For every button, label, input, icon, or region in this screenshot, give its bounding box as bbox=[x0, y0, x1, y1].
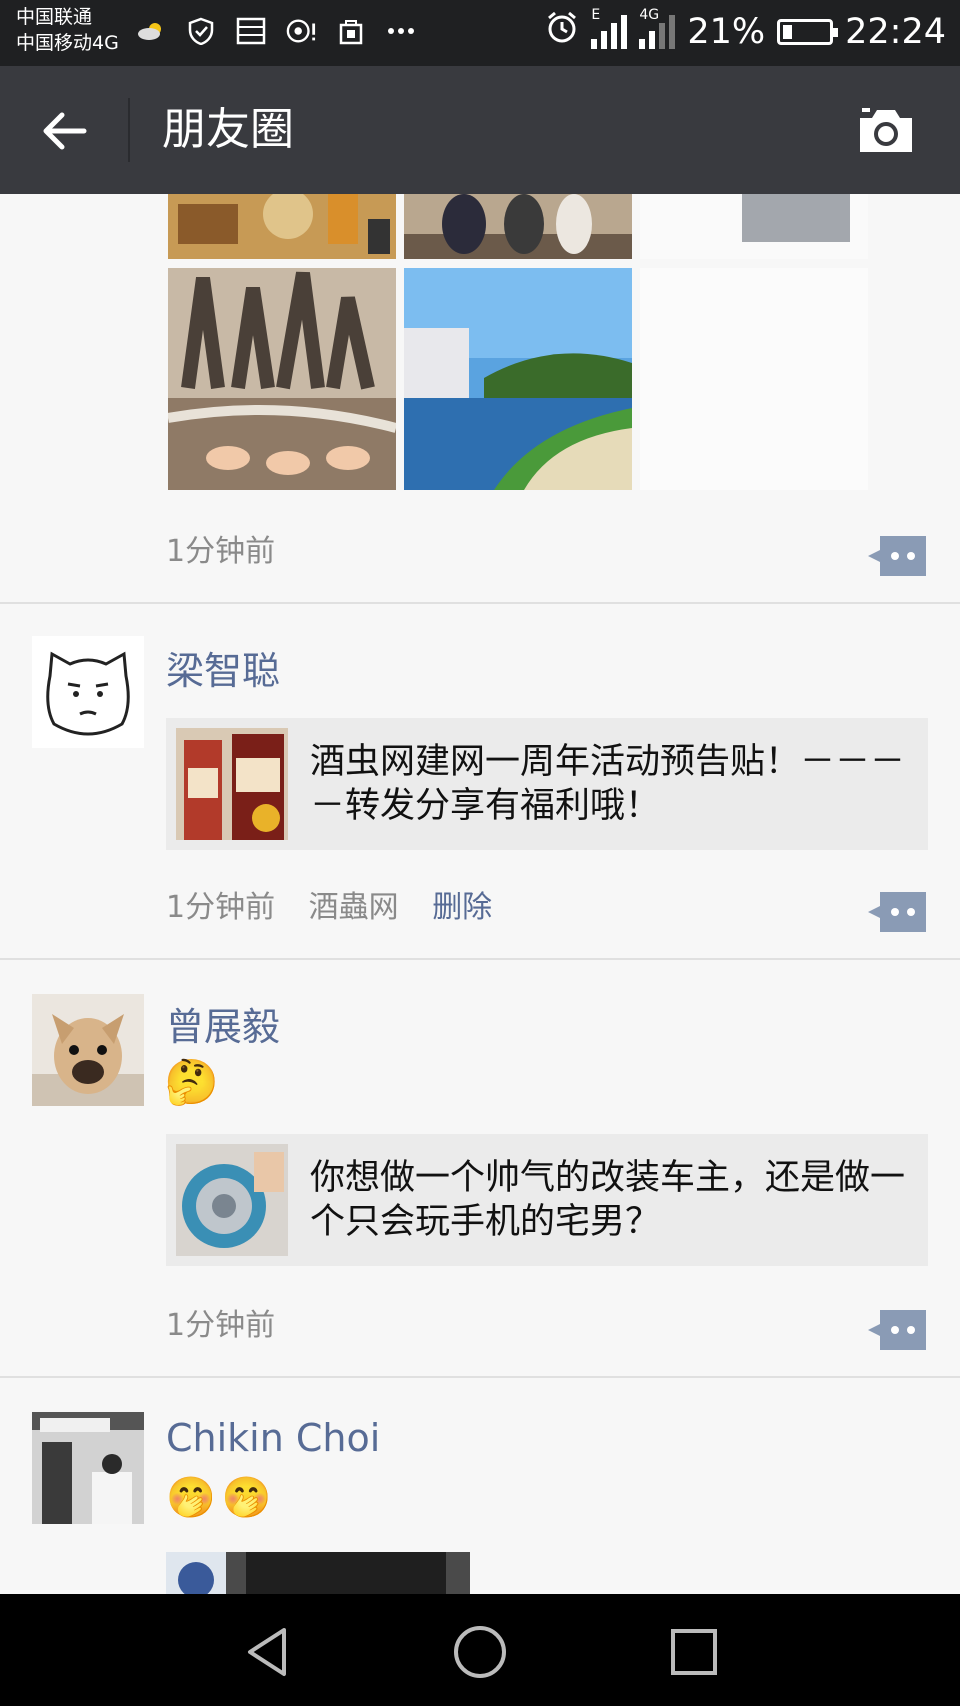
status-bar: 中国联通 中国移动4G E 4G 21% 22:24 bbox=[0, 0, 960, 66]
post-photo[interactable] bbox=[404, 194, 632, 259]
post-divider bbox=[0, 1376, 960, 1378]
navigation-bar bbox=[0, 1594, 960, 1706]
nav-back-icon[interactable] bbox=[238, 1622, 298, 1682]
post-timestamp: 1分钟前 bbox=[166, 1308, 276, 1343]
post-time: 1分钟前 bbox=[166, 890, 276, 925]
comment-more-icon[interactable] bbox=[868, 536, 926, 576]
link-title: 你想做一个帅气的改装车主，还是做一个只会玩手机的宅男？ bbox=[310, 1158, 906, 1242]
avatar[interactable] bbox=[32, 1412, 144, 1524]
page-title: 朋友圈 bbox=[162, 104, 294, 155]
title-bar: 朋友圈 bbox=[0, 66, 960, 194]
back-arrow-icon[interactable] bbox=[40, 106, 90, 156]
comment-more-icon[interactable] bbox=[868, 1310, 926, 1350]
clock: 22:24 bbox=[845, 11, 946, 52]
signal-icon-2: 4G bbox=[639, 7, 676, 49]
carrier-info: 中国联通 中国移动4G bbox=[16, 4, 119, 56]
post-username[interactable]: 梁智聪 bbox=[166, 640, 280, 695]
nfc-icon bbox=[286, 16, 316, 46]
battery-percent: 21% bbox=[687, 11, 766, 52]
post-divider bbox=[0, 958, 960, 960]
post-emoji: 🤭🤭 bbox=[166, 1475, 278, 1521]
signal-icon: E bbox=[591, 7, 628, 49]
nav-home-icon[interactable] bbox=[450, 1622, 510, 1682]
post-source[interactable]: 酒蟲网 bbox=[309, 890, 399, 925]
shop-icon bbox=[336, 16, 366, 46]
camera-icon[interactable] bbox=[856, 106, 916, 156]
network-type-2: 4G bbox=[639, 6, 660, 23]
link-thumbnail bbox=[176, 728, 288, 840]
link-title: 酒虫网建网一周年活动预告贴！－－－－转发分享有福利哦！ bbox=[310, 742, 906, 826]
post-photo[interactable] bbox=[640, 194, 868, 259]
post-divider bbox=[0, 602, 960, 604]
post-timestamp: 1分钟前 bbox=[166, 534, 276, 569]
post-photo[interactable] bbox=[640, 268, 868, 490]
link-card[interactable]: 你想做一个帅气的改装车主，还是做一个只会玩手机的宅男？ bbox=[166, 1134, 928, 1266]
post-photo[interactable] bbox=[168, 194, 396, 259]
delete-link[interactable]: 删除 bbox=[432, 890, 492, 925]
nav-recents-icon[interactable] bbox=[664, 1622, 724, 1682]
network-type-1: E bbox=[591, 6, 601, 23]
carrier-1: 中国联通 bbox=[16, 6, 93, 28]
avatar[interactable] bbox=[32, 994, 144, 1106]
post-photo[interactable] bbox=[168, 268, 396, 490]
post-username[interactable]: Chikin Choi bbox=[166, 1416, 380, 1460]
avatar[interactable] bbox=[32, 636, 144, 748]
sim-icon bbox=[236, 16, 266, 46]
notification-icons bbox=[136, 16, 416, 46]
weather-cloud-icon bbox=[136, 16, 166, 46]
post-emoji: 🤔 bbox=[164, 1057, 219, 1108]
link-thumbnail bbox=[176, 1144, 288, 1256]
carrier-2: 中国移动4G bbox=[16, 32, 119, 54]
link-card[interactable]: 酒虫网建网一周年活动预告贴！－－－－转发分享有福利哦！ bbox=[166, 718, 928, 850]
shield-icon bbox=[186, 16, 216, 46]
post-photo[interactable] bbox=[166, 1552, 470, 1594]
more-dots-icon bbox=[386, 16, 416, 46]
post-timestamp: 1分钟前 酒蟲网 删除 bbox=[166, 882, 492, 926]
comment-more-icon[interactable] bbox=[868, 892, 926, 932]
post-photo[interactable] bbox=[404, 268, 632, 490]
status-right: E 4G 21% 22:24 bbox=[545, 7, 946, 53]
post-username[interactable]: 曾展毅 bbox=[166, 996, 280, 1051]
alarm-icon bbox=[545, 10, 579, 53]
battery-fill bbox=[783, 24, 793, 39]
battery-icon bbox=[777, 18, 839, 45]
moments-feed[interactable]: 1分钟前 梁智聪 酒虫网建网一周年活动预告贴！－－－－转发分享有福利哦！ 1分钟… bbox=[0, 194, 960, 1594]
title-divider bbox=[128, 98, 130, 162]
